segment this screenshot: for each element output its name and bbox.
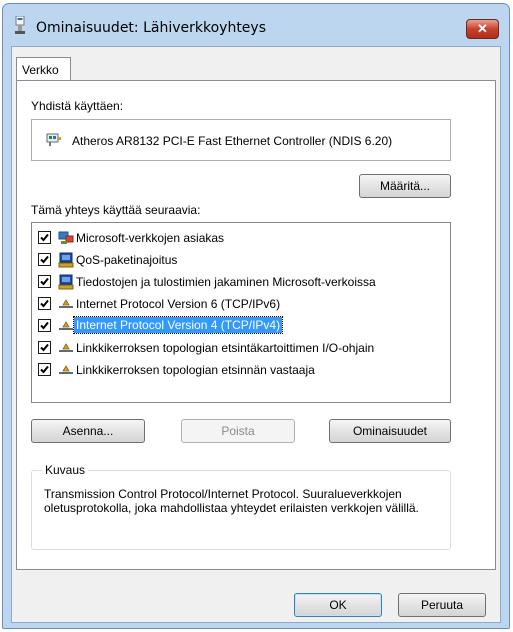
- list-item-label: Linkkikerroksen topologian etsinnän vast…: [76, 363, 315, 377]
- network-adapter-icon: [46, 133, 61, 146]
- configure-button-label: Määritä...: [379, 179, 430, 193]
- adapter-field: Atheros AR8132 PCI-E Fast Ethernet Contr…: [31, 119, 451, 161]
- components-list[interactable]: Microsoft-verkkojen asiakas QoS-paketina…: [31, 222, 451, 403]
- uninstall-button[interactable]: Poista: [181, 419, 295, 443]
- description-group: Kuvaus Transmission Control Protocol/Int…: [31, 463, 451, 550]
- install-button[interactable]: Asenna...: [31, 419, 145, 443]
- ok-button[interactable]: OK: [294, 593, 382, 617]
- list-item-label: Tiedostojen ja tulostimien jakaminen Mic…: [76, 275, 376, 289]
- list-item[interactable]: Tiedostojen ja tulostimien jakaminen Mic…: [32, 271, 450, 293]
- cancel-button[interactable]: Peruuta: [398, 593, 486, 617]
- list-item[interactable]: QoS-paketinajoitus: [32, 249, 450, 271]
- title-bar[interactable]: Ominaisuudet: Lähiverkkoyhteys ✕: [3, 4, 509, 46]
- tab-verkko[interactable]: Verkko: [16, 57, 71, 81]
- list-item-label: Microsoft-verkkojen asiakas: [76, 231, 225, 245]
- configure-button[interactable]: Määritä...: [359, 174, 451, 198]
- checkbox[interactable]: [38, 231, 51, 244]
- connect-using-label: Yhdistä käyttäen:: [31, 99, 124, 113]
- checkbox[interactable]: [38, 253, 51, 266]
- properties-button[interactable]: Ominaisuudet: [329, 419, 451, 443]
- checkbox[interactable]: [38, 341, 51, 354]
- list-item[interactable]: Microsoft-verkkojen asiakas: [32, 227, 450, 249]
- dialog-client-area: Verkko Yhdistä käyttäen: Atheros AR8132 …: [11, 46, 501, 623]
- components-label: Tämä yhteys käyttää seuraavia:: [31, 203, 201, 217]
- checkbox[interactable]: [38, 297, 51, 310]
- properties-button-label: Ominaisuudet: [352, 424, 428, 438]
- list-item[interactable]: Internet Protocol Version 4 (TCP/IPv4): [32, 315, 450, 337]
- properties-window: Ominaisuudet: Lähiverkkoyhteys ✕ Verkko …: [2, 3, 510, 629]
- list-item-label: Internet Protocol Version 6 (TCP/IPv6): [76, 297, 281, 311]
- network-adapter-icon: [15, 16, 25, 34]
- protocol-icon: [59, 299, 73, 308]
- list-item[interactable]: Linkkikerroksen topologian etsinnän vast…: [32, 359, 450, 381]
- network-service-icon: [58, 252, 74, 268]
- tab-panel-networking: Yhdistä käyttäen: Atheros AR8132 PCI-E F…: [16, 80, 496, 570]
- network-service-icon: [58, 274, 74, 290]
- ok-button-label: OK: [329, 598, 347, 612]
- protocol-icon: [59, 321, 73, 330]
- checkbox[interactable]: [38, 319, 51, 332]
- network-client-icon: [58, 231, 74, 244]
- protocol-icon: [59, 365, 73, 374]
- protocol-icon: [59, 343, 73, 352]
- install-button-label: Asenna...: [62, 424, 114, 438]
- list-item[interactable]: Linkkikerroksen topologian etsintäkartoi…: [32, 337, 450, 359]
- checkbox[interactable]: [38, 275, 51, 288]
- list-item-label: Internet Protocol Version 4 (TCP/IPv4): [72, 316, 284, 334]
- close-button[interactable]: ✕: [466, 19, 499, 39]
- list-item[interactable]: Internet Protocol Version 6 (TCP/IPv6): [32, 293, 450, 315]
- close-icon: ✕: [477, 21, 488, 36]
- uninstall-button-label: Poista: [221, 424, 255, 438]
- description-text: Transmission Control Protocol/Internet P…: [44, 487, 419, 515]
- tab-label: Verkko: [22, 63, 59, 77]
- adapter-name: Atheros AR8132 PCI-E Fast Ethernet Contr…: [72, 134, 393, 148]
- list-item-label: Linkkikerroksen topologian etsintäkartoi…: [76, 341, 375, 355]
- list-item-label: QoS-paketinajoitus: [76, 253, 178, 267]
- checkbox[interactable]: [38, 363, 51, 376]
- cancel-button-label: Peruuta: [420, 598, 464, 612]
- description-legend: Kuvaus: [42, 463, 89, 477]
- window-title: Ominaisuudet: Lähiverkkoyhteys: [36, 20, 267, 36]
